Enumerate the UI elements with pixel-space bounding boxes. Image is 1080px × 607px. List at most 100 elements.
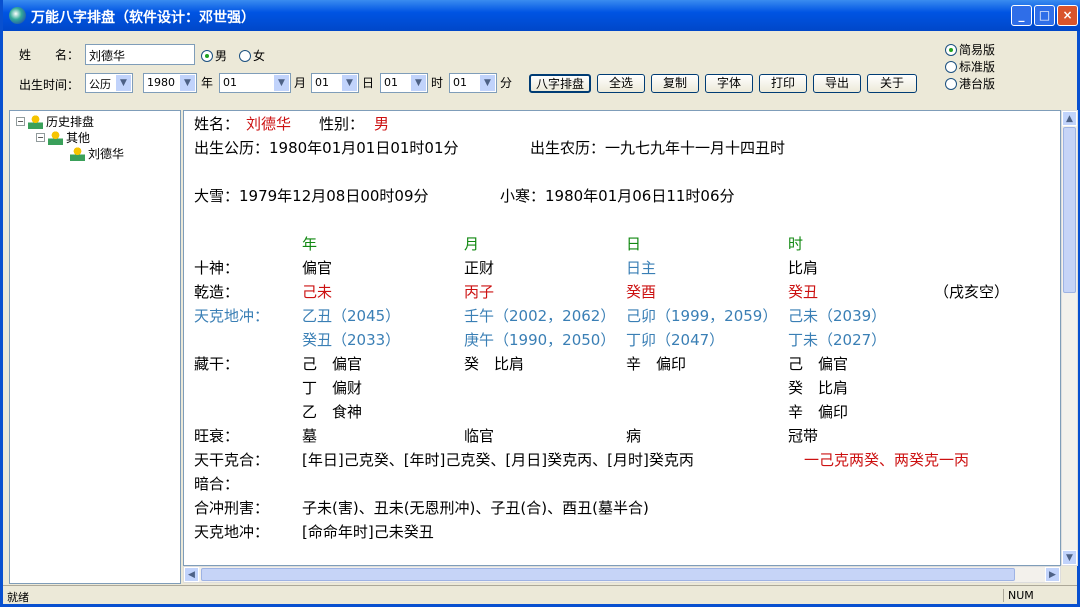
year-select[interactable]: 1980 ▼ <box>143 73 197 93</box>
birth-time-label: 出生时间： <box>19 78 80 92</box>
result-cell: 癸 比肩 <box>464 355 525 373</box>
radio-icon <box>945 77 957 90</box>
result-cell: 日 <box>626 235 642 253</box>
radio-icon <box>945 43 957 56</box>
vertical-scrollbar[interactable]: ▲ ▼ <box>1061 110 1078 566</box>
tree-node-history[interactable]: − 历史排盘 <box>16 113 94 130</box>
result-cell: 临官 <box>464 427 495 445</box>
maximize-button[interactable]: □ <box>1034 5 1055 26</box>
result-cell: 年 <box>302 235 318 253</box>
version-standard-radio[interactable]: 标准版 <box>945 58 995 75</box>
result-cell: 合冲刑害： <box>194 499 270 517</box>
result-cell: 天克地冲： <box>194 523 270 541</box>
tree-node-person[interactable]: 刘德华 <box>70 145 124 162</box>
chevron-down-icon[interactable]: ▼ <box>411 75 426 91</box>
result-cell: 癸丑（2033） <box>302 331 401 349</box>
chevron-down-icon[interactable]: ▼ <box>274 75 289 91</box>
scroll-thumb[interactable] <box>1063 127 1076 293</box>
result-cell: 小寒：1980年01月06日11时06分 <box>500 187 735 205</box>
result-cell: 性别： <box>319 115 365 133</box>
result-cell: 一己克两癸、两癸克一丙 <box>804 451 970 469</box>
print-button[interactable]: 打印 <box>759 74 807 93</box>
tree-label: 其他 <box>66 131 91 145</box>
result-cell: 出生公历：1980年01月01日01时01分 <box>194 139 459 157</box>
minute-value: 01 <box>453 76 467 89</box>
scroll-down-icon[interactable]: ▼ <box>1062 550 1077 565</box>
about-button[interactable]: 关于 <box>867 74 917 93</box>
result-cell: 正财 <box>464 259 495 277</box>
tree-node-other[interactable]: − 其他 <box>36 129 90 146</box>
version-hktw-radio[interactable]: 港台版 <box>945 75 995 92</box>
scroll-up-icon[interactable]: ▲ <box>1062 111 1077 126</box>
scroll-left-icon[interactable]: ◀ <box>184 567 199 582</box>
radio-icon <box>945 60 957 73</box>
result-cell: 丁 偏财 <box>302 379 363 397</box>
result-cell: 冠带 <box>788 427 819 445</box>
close-button[interactable]: × <box>1057 5 1078 26</box>
title-bar: 万能八字排盘（软件设计：邓世强） _ □ × <box>3 0 1080 31</box>
collapse-icon[interactable]: − <box>16 117 25 126</box>
result-cell: 壬午（2002，2062） <box>464 307 616 325</box>
copy-button[interactable]: 复制 <box>651 74 699 93</box>
export-button[interactable]: 导出 <box>813 74 861 93</box>
chevron-down-icon[interactable]: ▼ <box>342 75 357 91</box>
radio-label: 简易版 <box>959 43 996 57</box>
month-select[interactable]: 01 ▼ <box>219 73 291 93</box>
gender-female-radio[interactable]: 女 <box>239 47 265 64</box>
result-cell: 乙 食神 <box>302 403 363 421</box>
history-tree: − 历史排盘 − 其他 刘德华 <box>9 110 181 584</box>
result-cell: 丁卯（2047） <box>626 331 725 349</box>
result-cell: 时 <box>788 235 804 253</box>
hour-unit: 时 <box>431 76 444 90</box>
bazi-paipan-button[interactable]: 八字排盘 <box>529 74 591 93</box>
version-simple-radio[interactable]: 简易版 <box>945 41 995 58</box>
year-value: 1980 <box>147 76 175 89</box>
chevron-down-icon[interactable]: ▼ <box>116 75 131 91</box>
result-cell: 丁未（2027） <box>788 331 887 349</box>
chevron-down-icon[interactable]: ▼ <box>180 75 195 91</box>
name-label: 姓 名： <box>19 48 80 62</box>
result-cell: 癸 比肩 <box>788 379 849 397</box>
result-text-area[interactable]: 姓名： 刘德华 性别： 男出生公历：1980年01月01日01时01分 出生农历：一九七… <box>183 110 1061 566</box>
result-cell: 旺衰： <box>194 427 240 445</box>
calendar-select[interactable]: 公历 ▼ <box>85 73 133 93</box>
result-cell: 乙丑（2045） <box>302 307 401 325</box>
hour-select[interactable]: 01 ▼ <box>380 73 428 93</box>
result-cell: 己卯（1999，2059） <box>626 307 778 325</box>
chevron-down-icon[interactable]: ▼ <box>480 75 495 91</box>
num-lock-indicator: NUM <box>1003 589 1043 602</box>
result-cell: 墓 <box>302 427 318 445</box>
result-cell: 大雪：1979年12月08日00时09分 <box>194 187 429 205</box>
scroll-thumb[interactable] <box>201 568 1015 581</box>
users-icon <box>28 114 43 129</box>
result-cell: 己未 <box>302 283 333 301</box>
result-cell: 刘德华 <box>246 115 292 133</box>
month-unit: 月 <box>294 76 307 90</box>
minute-select[interactable]: 01 ▼ <box>449 73 497 93</box>
select-all-button[interactable]: 全选 <box>597 74 645 93</box>
font-button[interactable]: 字体 <box>705 74 753 93</box>
minimize-button[interactable]: _ <box>1011 5 1032 26</box>
day-select[interactable]: 01 ▼ <box>311 73 359 93</box>
year-unit: 年 <box>201 76 214 90</box>
result-cell: 天干克合： <box>194 451 270 469</box>
gender-male-radio[interactable]: 男 <box>201 47 227 64</box>
collapse-icon[interactable]: − <box>36 133 45 142</box>
result-cell: 出生农历：一九七九年十一月十四丑时 <box>530 139 786 157</box>
result-cell: 癸酉 <box>626 283 657 301</box>
horizontal-scrollbar[interactable]: ◀ ▶ <box>183 566 1061 583</box>
name-input[interactable]: 刘德华 <box>85 44 195 65</box>
result-cell: 庚午（1990，2050） <box>464 331 616 349</box>
result-cell: [命命年时]己未癸丑 <box>302 523 434 541</box>
result-cell: 癸丑 <box>788 283 819 301</box>
radio-label: 女 <box>253 49 266 63</box>
month-value: 01 <box>223 76 237 89</box>
scroll-right-icon[interactable]: ▶ <box>1045 567 1060 582</box>
tree-label: 历史排盘 <box>46 115 95 129</box>
tree-label: 刘德华 <box>88 147 125 161</box>
status-bar: 就绪 NUM <box>3 585 1077 604</box>
radio-label: 标准版 <box>959 60 996 74</box>
result-cell: 月 <box>464 235 480 253</box>
radio-label: 港台版 <box>959 77 996 91</box>
result-cell: 姓名： <box>194 115 240 133</box>
